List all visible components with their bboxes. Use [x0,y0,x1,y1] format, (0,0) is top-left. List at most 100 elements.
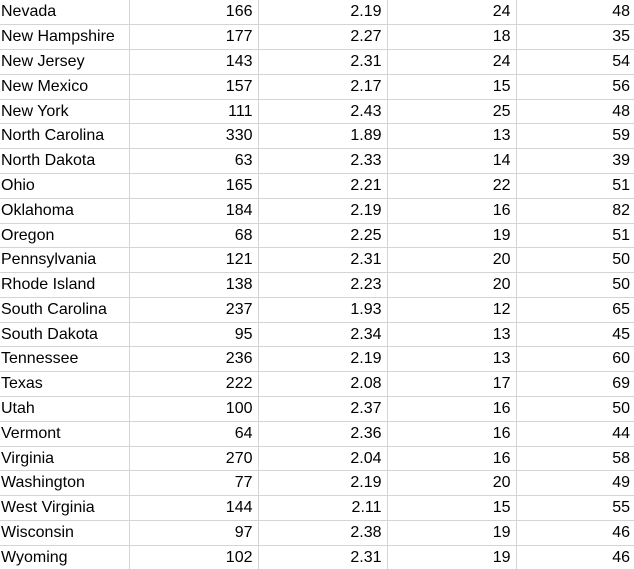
cell-col4[interactable]: 16 [387,396,517,422]
cell-col2[interactable]: 68 [129,223,259,249]
cell-col3[interactable]: 2.11 [258,495,388,521]
cell-col4[interactable]: 17 [387,371,517,397]
cell-col2[interactable]: 157 [129,74,259,100]
cell-col2[interactable]: 177 [129,24,259,51]
cell-col5[interactable]: 48 [516,99,634,125]
data-table[interactable]: Nevada 166 2.19 24 48 New Hampshire 177 2.27 18 3… [0,0,634,570]
table-row[interactable]: Virginia 270 2.04 16 58 [0,446,634,472]
cell-state[interactable]: Oregon [0,223,130,249]
cell-col5[interactable]: 58 [516,446,634,472]
cell-col2[interactable]: 63 [129,148,259,174]
cell-col5[interactable]: 82 [516,198,634,224]
cell-state[interactable]: Wisconsin [0,520,130,546]
cell-col4[interactable]: 19 [387,223,517,249]
cell-state[interactable]: Oklahoma [0,198,130,224]
cell-col2[interactable]: 100 [129,396,259,422]
table-row[interactable]: Washington 77 2.19 20 49 [0,470,634,497]
cell-col2[interactable]: 143 [129,49,259,75]
cell-state[interactable]: Wyoming [0,545,130,570]
cell-col3[interactable]: 2.34 [258,322,388,348]
cell-col5[interactable]: 50 [516,247,634,274]
cell-col3[interactable]: 2.37 [258,396,388,422]
cell-col4[interactable]: 16 [387,198,517,224]
cell-state[interactable]: Utah [0,396,130,422]
cell-state[interactable]: Rhode Island [0,272,130,298]
cell-col3[interactable]: 2.36 [258,421,388,447]
cell-col4[interactable]: 13 [387,123,517,150]
table-row[interactable]: New York 111 2.43 25 48 [0,99,634,125]
cell-col2[interactable]: 165 [129,173,259,199]
cell-col4[interactable]: 20 [387,247,517,274]
cell-col2[interactable]: 166 [129,0,259,26]
cell-state[interactable]: South Dakota [0,322,130,348]
cell-col3[interactable]: 2.08 [258,371,388,397]
cell-col5[interactable]: 44 [516,421,634,447]
cell-col4[interactable]: 16 [387,446,517,472]
cell-col2[interactable]: 184 [129,198,259,224]
table-row[interactable]: New Jersey 143 2.31 24 54 [0,49,634,75]
cell-col4[interactable]: 25 [387,99,517,125]
table-row[interactable]: New Hampshire 177 2.27 18 35 [0,24,634,51]
cell-state[interactable]: Texas [0,371,130,397]
cell-state[interactable]: Washington [0,470,130,497]
cell-col3[interactable]: 2.38 [258,520,388,546]
table-row[interactable]: Wyoming 102 2.31 19 46 [0,545,634,570]
cell-col5[interactable]: 69 [516,371,634,397]
cell-col5[interactable]: 49 [516,470,634,497]
cell-state[interactable]: New Mexico [0,74,130,100]
cell-state[interactable]: Tennessee [0,346,130,373]
cell-state[interactable]: Virginia [0,446,130,472]
cell-col5[interactable]: 46 [516,520,634,546]
cell-col3[interactable]: 2.21 [258,173,388,199]
cell-col5[interactable]: 45 [516,322,634,348]
cell-state[interactable]: Pennsylvania [0,247,130,274]
cell-col3[interactable]: 1.89 [258,123,388,150]
table-row[interactable]: Pennsylvania 121 2.31 20 50 [0,247,634,274]
cell-col3[interactable]: 2.23 [258,272,388,298]
cell-col4[interactable]: 19 [387,545,517,570]
cell-col4[interactable]: 24 [387,49,517,75]
cell-col2[interactable]: 222 [129,371,259,397]
cell-col2[interactable]: 77 [129,470,259,497]
table-row[interactable]: North Dakota 63 2.33 14 39 [0,148,634,174]
cell-col5[interactable]: 50 [516,396,634,422]
cell-col3[interactable]: 2.31 [258,545,388,570]
cell-col4[interactable]: 16 [387,421,517,447]
spreadsheet-grid[interactable]: Nevada 166 2.19 24 48 New Hampshire 177 2.27 18 3… [0,0,634,570]
cell-col4[interactable]: 13 [387,322,517,348]
cell-state[interactable]: South Carolina [0,297,130,323]
cell-col2[interactable]: 97 [129,520,259,546]
table-row[interactable]: Ohio 165 2.21 22 51 [0,173,634,199]
cell-col4[interactable]: 15 [387,74,517,100]
cell-col4[interactable]: 22 [387,173,517,199]
table-row[interactable]: West Virginia 144 2.11 15 55 [0,495,634,521]
table-row[interactable]: North Carolina 330 1.89 13 59 [0,123,634,150]
cell-col2[interactable]: 144 [129,495,259,521]
cell-col3[interactable]: 2.04 [258,446,388,472]
cell-col5[interactable]: 56 [516,74,634,100]
cell-col3[interactable]: 2.25 [258,223,388,249]
cell-col2[interactable]: 237 [129,297,259,323]
cell-col5[interactable]: 51 [516,223,634,249]
cell-col4[interactable]: 18 [387,24,517,51]
cell-col4[interactable]: 13 [387,346,517,373]
table-row[interactable]: South Carolina 237 1.93 12 65 [0,297,634,323]
cell-col5[interactable]: 46 [516,545,634,570]
cell-col5[interactable]: 35 [516,24,634,51]
cell-col3[interactable]: 1.93 [258,297,388,323]
table-row[interactable]: Tennessee 236 2.19 13 60 [0,346,634,373]
table-row[interactable]: Utah 100 2.37 16 50 [0,396,634,422]
cell-col2[interactable]: 330 [129,123,259,150]
cell-state[interactable]: Nevada [0,0,130,26]
cell-state[interactable]: North Dakota [0,148,130,174]
table-row[interactable]: Vermont 64 2.36 16 44 [0,421,634,447]
cell-col3[interactable]: 2.19 [258,0,388,26]
table-row[interactable]: South Dakota 95 2.34 13 45 [0,322,634,348]
cell-col2[interactable]: 121 [129,247,259,274]
cell-col5[interactable]: 65 [516,297,634,323]
table-row[interactable]: Wisconsin 97 2.38 19 46 [0,520,634,546]
table-row[interactable]: New Mexico 157 2.17 15 56 [0,74,634,100]
cell-col4[interactable]: 19 [387,520,517,546]
cell-col3[interactable]: 2.31 [258,49,388,75]
cell-col3[interactable]: 2.19 [258,470,388,497]
